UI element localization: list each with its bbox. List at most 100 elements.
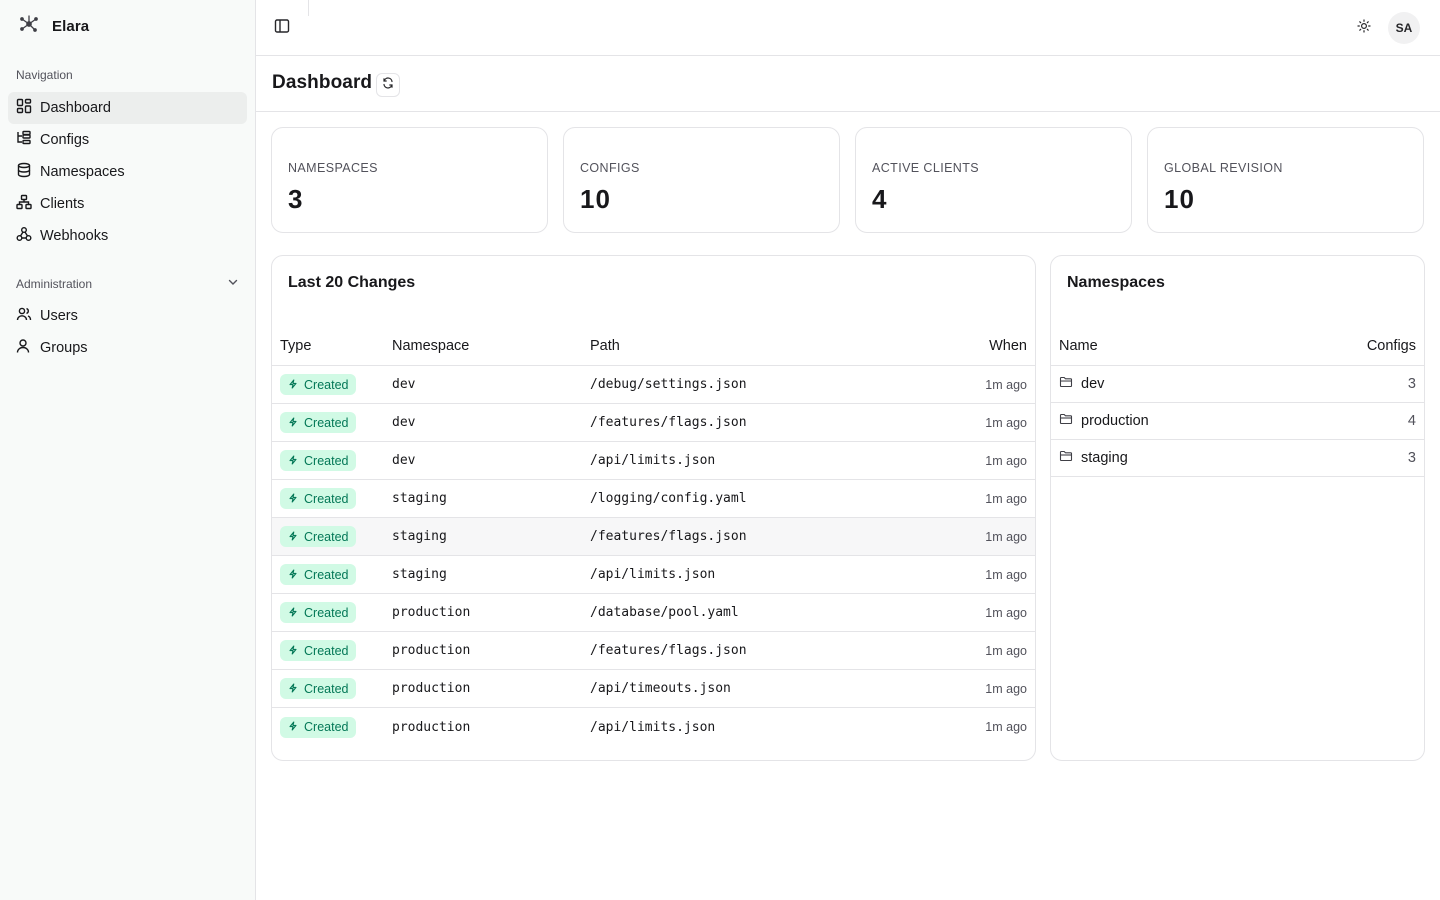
table-row[interactable]: Created staging/api/limits.json 1m ago (272, 556, 1035, 594)
type-cell: Created (272, 602, 392, 623)
list-item[interactable]: dev 3 (1051, 366, 1424, 403)
namespaces-table-body: dev 3 production 4 staging 3 (1051, 366, 1424, 477)
namespace-cell: dev (392, 415, 416, 430)
stat-card-namespaces: NAMESPACES 3 (271, 127, 548, 233)
status-badge-label: Created (304, 567, 349, 582)
page-header: Dashboard (256, 56, 1440, 112)
table-row[interactable]: Created production/api/timeouts.json 1m ag… (272, 670, 1035, 708)
brand[interactable]: Elara (18, 14, 89, 38)
sun-icon (1357, 18, 1371, 38)
sidebar-item-dashboard[interactable]: Dashboard (8, 92, 247, 124)
namespace-cell: dev (392, 377, 416, 392)
column-header-name[interactable]: Name (1051, 338, 1231, 354)
namespace-configs-count: 3 (1407, 450, 1416, 466)
network-icon (16, 194, 32, 214)
sidebar-item-configs[interactable]: Configs (8, 124, 247, 156)
administration-group-toggle[interactable]: Administration (16, 276, 240, 292)
namespace-cell: staging (392, 491, 447, 506)
logo-icon (18, 13, 40, 40)
refresh-icon (382, 76, 394, 94)
sidebar-item-namespaces[interactable]: Namespaces (8, 156, 247, 188)
status-badge: Created (280, 602, 357, 623)
sidebar-toggle-icon (274, 18, 290, 39)
when-cell: 1m ago (985, 567, 1027, 582)
path-cell: /api/limits.json (590, 719, 716, 735)
status-badge: Created (280, 374, 357, 395)
sidebar-toggle-button[interactable] (272, 18, 292, 38)
sidebar-item-clients[interactable]: Clients (8, 188, 247, 220)
table-row[interactable]: Created staging/logging/config.yaml 1m ago (272, 480, 1035, 518)
column-header-namespace[interactable]: Namespace (392, 338, 590, 354)
path-cell: /features/flags.json (590, 643, 747, 658)
stat-card-configs: CONFIGS 10 (563, 127, 840, 233)
stat-label: CONFIGS (580, 161, 640, 175)
zap-icon (288, 682, 298, 696)
namespace-name: dev (1081, 376, 1105, 392)
namespace-configs-count: 4 (1407, 413, 1416, 429)
chevron-down-icon (226, 275, 240, 294)
path-cell: /api/limits.json (590, 567, 716, 582)
status-badge: Created (280, 716, 357, 738)
namespace-name: staging (1081, 450, 1128, 466)
path-cell: /features/flags.json (590, 529, 747, 544)
zap-icon (288, 568, 298, 582)
status-badge-label: Created (304, 643, 349, 658)
status-badge-label: Created (304, 529, 349, 544)
stat-value: 10 (1164, 184, 1195, 214)
app-name: Elara (52, 17, 90, 35)
stat-label: ACTIVE CLIENTS (872, 161, 980, 175)
zap-icon (288, 416, 298, 430)
changes-panel-title: Last 20 Changes (288, 274, 416, 291)
path-cell: /features/flags.json (590, 415, 747, 430)
refresh-button[interactable] (376, 73, 400, 97)
table-row[interactable]: Created dev/features/flags.json 1m ago (272, 404, 1035, 442)
users-icon (16, 306, 32, 326)
sidebar-item-label: Groups (40, 340, 88, 356)
table-row[interactable]: Created staging/features/flags.json 1m ago (272, 518, 1035, 556)
stat-label: NAMESPACES (288, 161, 378, 175)
table-row[interactable]: Created production/features/flags.json 1m … (272, 632, 1035, 670)
table-row[interactable]: Created dev/api/limits.json 1m ago (272, 442, 1035, 480)
column-header-configs[interactable]: Configs (1231, 338, 1416, 354)
namespace-name-cell: dev (1051, 375, 1231, 393)
column-header-when[interactable]: When (890, 338, 1027, 354)
sidebar-item-webhooks[interactable]: Webhooks (8, 220, 247, 252)
table-row[interactable]: Created production/database/pool.yaml 1m a… (272, 594, 1035, 632)
status-badge-label: Created (304, 377, 349, 392)
theme-toggle-button[interactable] (1354, 18, 1374, 38)
namespace-cell: staging (392, 529, 447, 544)
column-header-path[interactable]: Path (590, 338, 890, 354)
namespaces-panel-title: Namespaces (1067, 274, 1165, 291)
sidebar-item-label: Clients (40, 196, 85, 212)
changes-table-header: Type Namespace Path When (272, 326, 1035, 366)
status-badge: Created (280, 450, 357, 471)
when-cell: 1m ago (985, 377, 1027, 392)
path-cell: /logging/config.yaml (590, 491, 747, 506)
type-cell: Created (272, 488, 392, 509)
column-header-type[interactable]: Type (272, 338, 392, 354)
table-row[interactable]: Created dev/debug/settings.json 1m ago (272, 366, 1035, 404)
topbar-divider (308, 0, 309, 16)
namespace-cell: dev (392, 453, 416, 468)
user-icon (16, 338, 32, 358)
list-item[interactable]: production 4 (1051, 403, 1424, 440)
folder-icon (1059, 412, 1073, 430)
zap-icon (288, 644, 298, 658)
status-badge-label: Created (304, 415, 349, 430)
sidebar-item-groups[interactable]: Groups (8, 332, 247, 364)
stat-value: 3 (288, 184, 304, 214)
namespace-cell: production (392, 681, 471, 696)
namespace-name-cell: staging (1051, 449, 1231, 467)
when-cell: 1m ago (985, 453, 1027, 468)
when-cell: 1m ago (985, 605, 1027, 620)
status-badge: Created (280, 488, 357, 509)
navigation-group-label: Navigation (16, 68, 73, 82)
list-item[interactable]: staging 3 (1051, 440, 1424, 477)
status-badge-label: Created (304, 681, 349, 696)
avatar[interactable]: SA (1388, 12, 1420, 44)
sidebar-item-users[interactable]: Users (8, 300, 247, 332)
when-cell: 1m ago (985, 415, 1027, 430)
path-cell: /api/limits.json (590, 453, 716, 468)
table-row[interactable]: Created production/api/limits.json 1m ago (272, 708, 1035, 746)
stat-card-global-revision: GLOBAL REVISION 10 (1147, 127, 1424, 233)
